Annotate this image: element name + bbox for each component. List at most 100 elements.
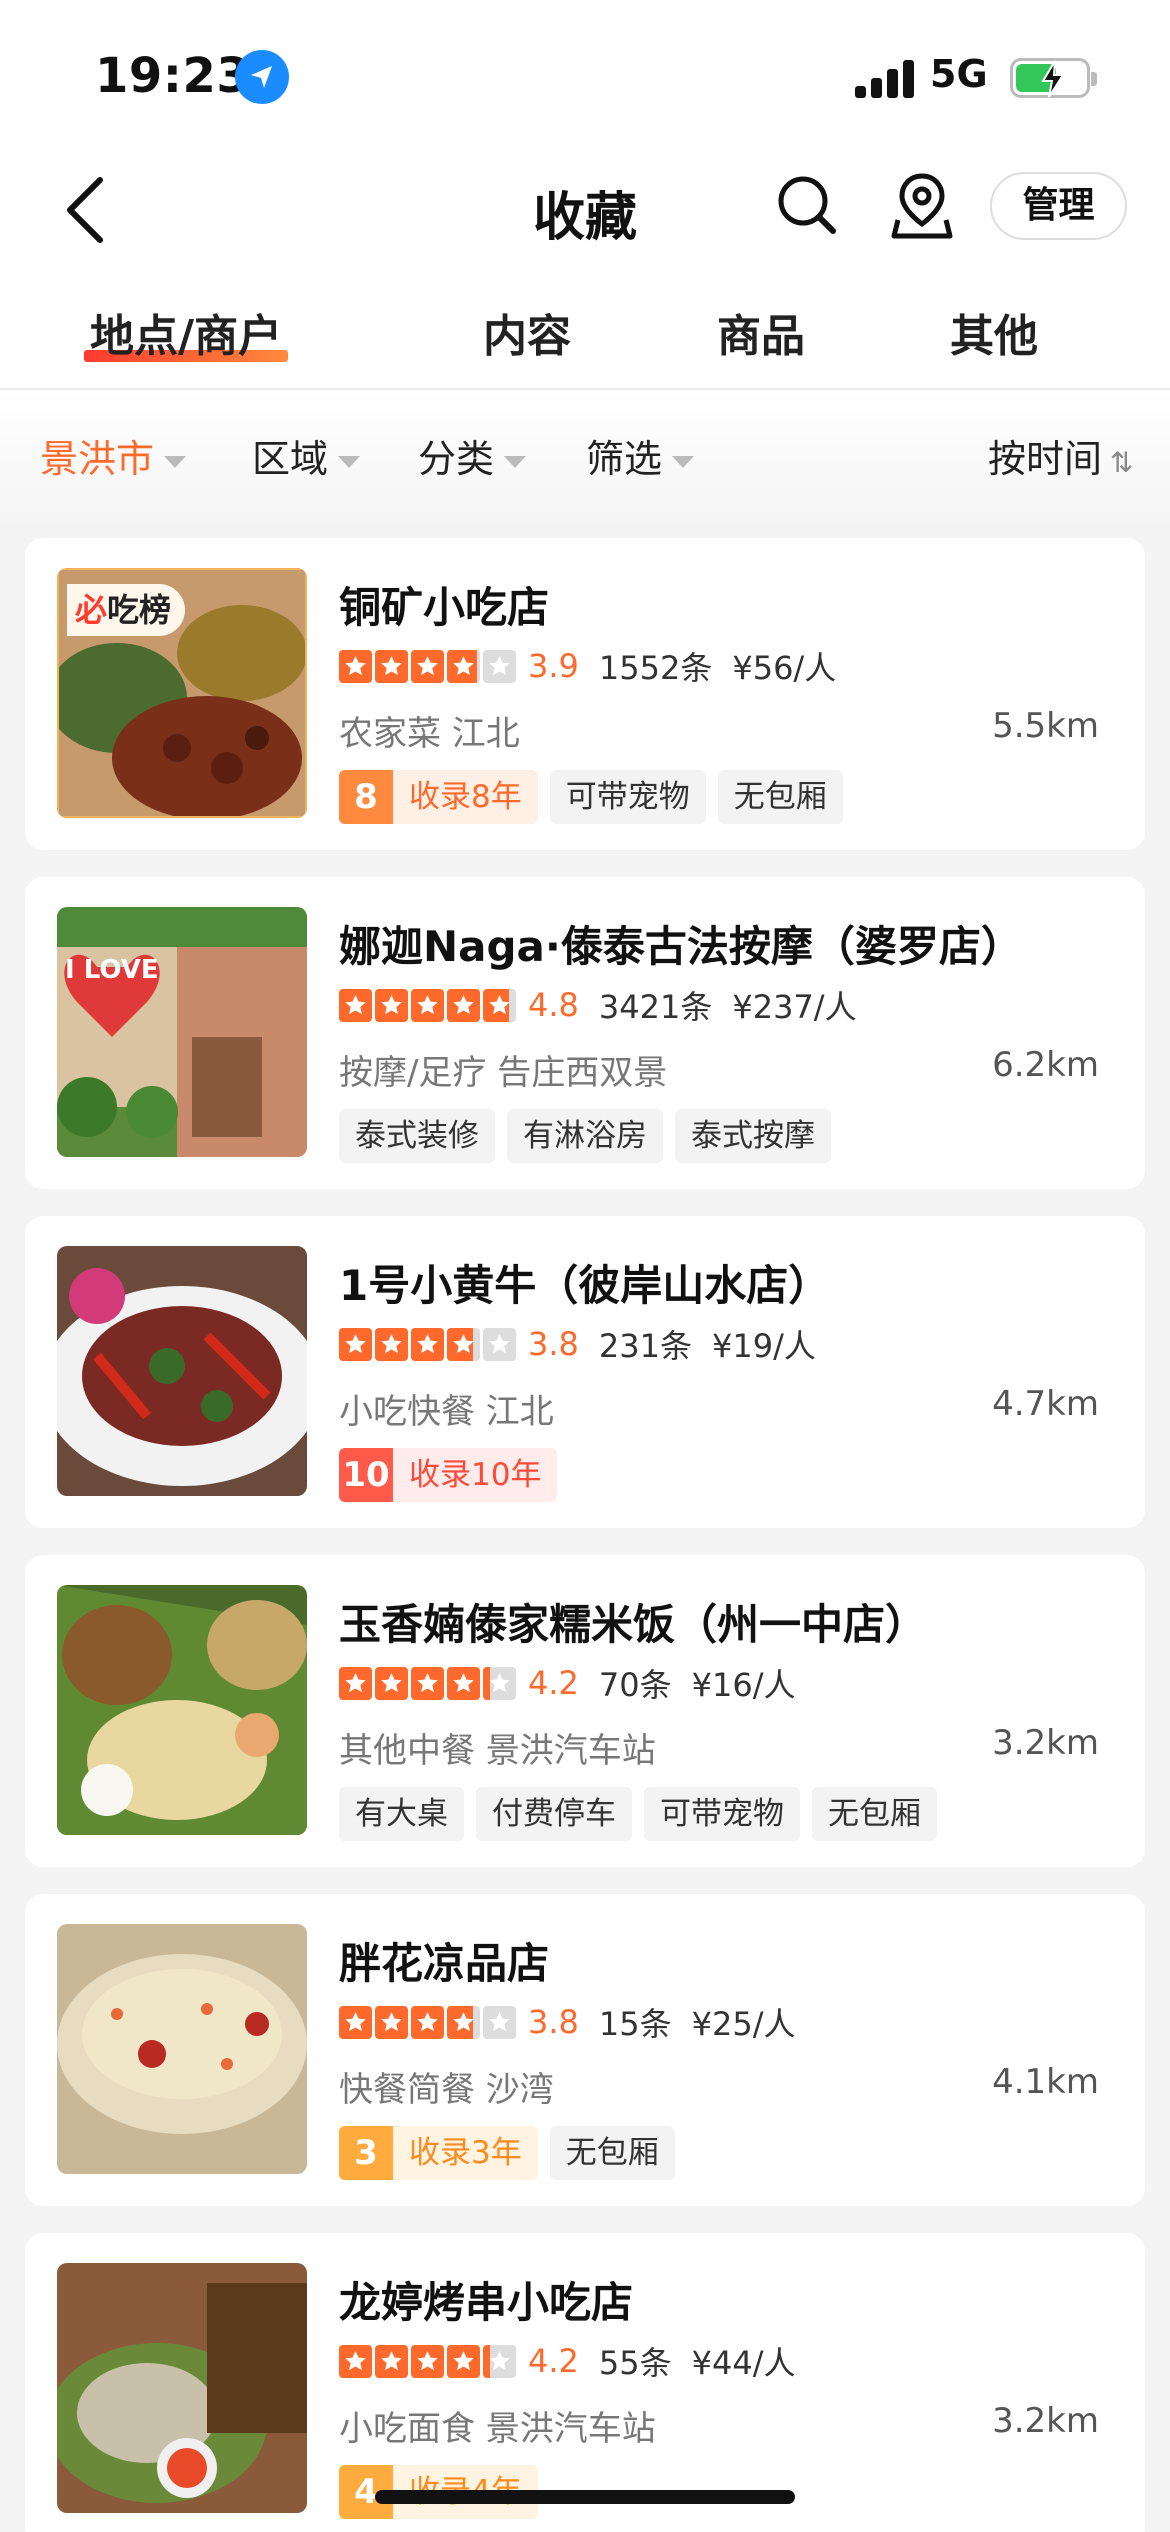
tab-content[interactable]: 内容	[483, 300, 571, 364]
price-per-person: ¥16/人	[691, 1666, 796, 1704]
years-tag: 10 收录10年	[339, 1448, 558, 1502]
price-per-person: ¥19/人	[711, 1327, 816, 1365]
star-icon	[411, 2344, 444, 2378]
list-item[interactable]: 必吃榜 铜矿小吃店 3.9 1552条 ¥56/人 农家菜 江北 5.5km 8…	[25, 538, 1145, 850]
star-icon	[483, 649, 516, 683]
category-area: 农家菜 江北	[339, 714, 520, 754]
star-rating	[339, 649, 516, 683]
review-count: 231条	[598, 1327, 692, 1365]
star-icon	[375, 2005, 408, 2039]
star-icon	[339, 2005, 372, 2039]
caret-down-icon	[164, 455, 187, 468]
list-item[interactable]: 胖花凉品店 3.8 15条 ¥25/人 快餐简餐 沙湾 4.1km 3 收录3年…	[25, 1894, 1145, 2206]
review-count: 15条	[598, 2005, 672, 2043]
network-type: 5G	[930, 52, 988, 96]
filter-screen[interactable]: 筛选	[586, 428, 695, 483]
category-area: 其他中餐 景洪汽车站	[339, 1731, 656, 1771]
star-icon	[483, 1666, 516, 1700]
star-icon	[339, 649, 372, 683]
list-item[interactable]: 龙婷烤串小吃店 4.2 55条 ¥44/人 小吃面食 景洪汽车站 3.2km 4…	[25, 2233, 1145, 2532]
years-tag-number: 10	[339, 1448, 393, 1502]
must-eat-badge: 必吃榜	[67, 584, 186, 636]
tag-list: 泰式装修 有淋浴房 泰式按摩	[339, 1109, 831, 1163]
star-icon	[447, 1327, 480, 1361]
filter-category-label: 分类	[418, 437, 495, 481]
star-icon	[375, 1666, 408, 1700]
listing-name: 玉香婻傣家糯米饭（州一中店）	[339, 1600, 928, 1649]
manage-button[interactable]: 管理	[990, 172, 1127, 240]
years-tag-label: 收录3年	[393, 2126, 538, 2180]
listing-name: 娜迦Naga·傣泰古法按摩（婆罗店）	[339, 922, 1023, 971]
rating-score: 3.8	[528, 1325, 579, 1363]
star-icon	[339, 1327, 372, 1361]
tab-places[interactable]: 地点/商户	[83, 300, 289, 364]
listing-name: 铜矿小吃店	[339, 583, 550, 632]
feature-tag: 无包厢	[812, 1787, 937, 1841]
price-per-person: ¥56/人	[732, 649, 837, 687]
years-tag-number: 3	[339, 2126, 393, 2180]
listing-photo	[57, 2263, 307, 2513]
tab-other[interactable]: 其他	[950, 300, 1038, 364]
filter-screen-label: 筛选	[586, 437, 663, 481]
search-icon[interactable]	[775, 173, 839, 237]
signal-bars-icon	[855, 58, 915, 98]
caret-down-icon	[338, 455, 361, 468]
tab-products[interactable]: 商品	[717, 300, 805, 364]
sort-label: 按时间	[988, 437, 1103, 481]
tabs-divider	[0, 388, 1170, 390]
star-rating	[339, 2005, 516, 2039]
list-item[interactable]: 1号小黄牛（彼岸山水店） 3.8 231条 ¥19/人 小吃快餐 江北 4.7k…	[25, 1216, 1145, 1528]
years-tag-number: 8	[339, 770, 393, 824]
feature-tag: 无包厢	[717, 770, 843, 824]
thumb-sign-text: I LOVE	[65, 955, 159, 985]
status-time: 19:23	[95, 48, 251, 104]
star-rating	[339, 1666, 516, 1700]
review-count: 3421条	[598, 988, 713, 1026]
filter-city[interactable]: 景洪市	[40, 428, 187, 483]
tag-list: 10 收录10年	[339, 1448, 558, 1502]
map-pin-icon[interactable]	[890, 170, 954, 242]
feature-tag: 泰式按摩	[675, 1109, 831, 1163]
filter-area[interactable]: 区域	[252, 428, 361, 483]
feature-tag: 泰式装修	[339, 1109, 495, 1163]
star-icon	[447, 1666, 480, 1700]
filter-category[interactable]: 分类	[418, 428, 527, 483]
star-icon	[447, 988, 480, 1022]
feature-tag: 无包厢	[549, 2126, 675, 2180]
distance: 3.2km	[992, 1723, 1099, 1763]
rating-score: 4.2	[528, 2342, 579, 2380]
category-area: 快餐简餐 沙湾	[339, 2070, 554, 2110]
star-icon	[339, 1666, 372, 1700]
star-icon	[483, 1327, 516, 1361]
listing-photo	[57, 1924, 307, 2174]
home-indicator[interactable]	[375, 2490, 795, 2504]
price-per-person: ¥25/人	[691, 2005, 796, 2043]
list-item[interactable]: I LOVE 娜迦Naga·傣泰古法按摩（婆罗店） 4.8 3421条 ¥237…	[25, 877, 1145, 1189]
star-icon	[483, 988, 516, 1022]
distance: 5.5km	[992, 706, 1099, 746]
battery-charging-icon	[1010, 58, 1097, 98]
distance: 6.2km	[992, 1045, 1099, 1085]
star-icon	[483, 2344, 516, 2378]
price-per-person: ¥237/人	[732, 988, 857, 1026]
filter-city-label: 景洪市	[40, 437, 155, 481]
rating-score: 4.8	[528, 986, 579, 1024]
rating-row: 4.8 3421条 ¥237/人	[339, 985, 877, 1026]
rating-row: 3.8 15条 ¥25/人	[339, 2002, 816, 2043]
rating-score: 4.2	[528, 1664, 579, 1702]
sort-by-time[interactable]: 按时间 ⇅	[988, 428, 1133, 483]
star-icon	[411, 1327, 444, 1361]
list-item[interactable]: 玉香婻傣家糯米饭（州一中店） 4.2 70条 ¥16/人 其他中餐 景洪汽车站 …	[25, 1555, 1145, 1867]
tag-list: 有大桌 付费停车 可带宠物 无包厢	[339, 1787, 937, 1841]
listing-photo	[57, 1246, 307, 1496]
listing-photo: 必吃榜	[57, 568, 307, 818]
star-icon	[447, 649, 480, 683]
sort-arrows-icon: ⇅	[1110, 446, 1134, 479]
feature-tag: 有淋浴房	[507, 1109, 663, 1163]
caret-down-icon	[672, 455, 695, 468]
category-area: 按摩/足疗 告庄西双景	[339, 1053, 668, 1093]
star-icon	[411, 2005, 444, 2039]
rating-row: 4.2 55条 ¥44/人	[339, 2341, 816, 2382]
caret-down-icon	[504, 455, 527, 468]
listing-name: 胖花凉品店	[339, 1939, 550, 1988]
